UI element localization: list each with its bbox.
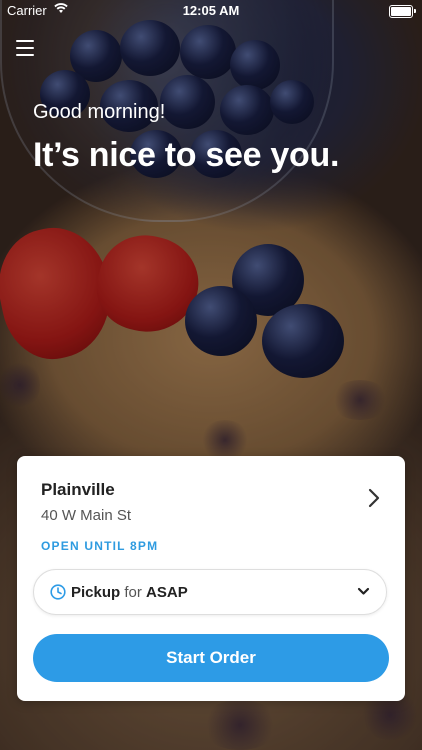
location-name: Plainville bbox=[41, 480, 115, 499]
chevron-down-icon bbox=[357, 587, 370, 595]
pickup-summary: Pickup for ASAP bbox=[71, 584, 188, 601]
clock-time: 12:05 AM bbox=[182, 3, 240, 18]
chevron-right-icon bbox=[368, 488, 380, 508]
order-connector: for bbox=[124, 584, 142, 601]
order-time: ASAP bbox=[146, 584, 188, 601]
location-address: 40 W Main St bbox=[41, 507, 132, 524]
store-hours: OPEN UNTIL 8PM bbox=[41, 539, 159, 553]
start-order-button[interactable]: Start Order bbox=[33, 634, 389, 682]
greeting-text: Good morning! bbox=[33, 101, 166, 123]
pickup-time-selector[interactable]: Pickup for ASAP bbox=[33, 569, 387, 615]
clock-icon bbox=[50, 584, 66, 600]
welcome-headline: It’s nice to see you. bbox=[33, 136, 340, 174]
order-mode: Pickup bbox=[71, 584, 121, 601]
location-selector[interactable]: Plainville 40 W Main St bbox=[41, 480, 385, 530]
battery-icon bbox=[389, 5, 416, 18]
status-bar: Carrier 12:05 AM bbox=[0, 0, 422, 22]
hamburger-menu-icon[interactable] bbox=[16, 40, 34, 56]
order-card: Plainville 40 W Main St OPEN UNTIL 8PM P… bbox=[17, 456, 405, 701]
